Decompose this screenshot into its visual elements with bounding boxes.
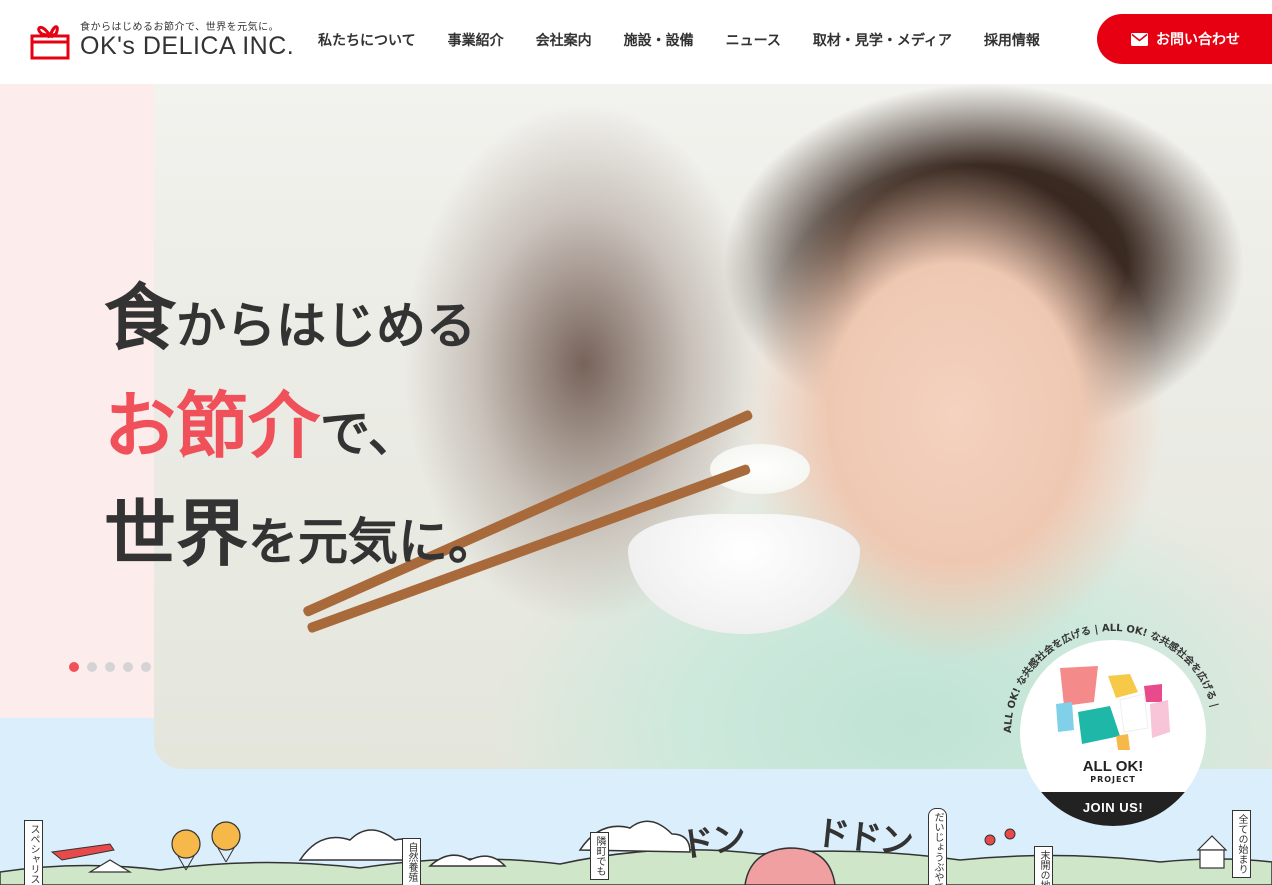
rice-image <box>710 444 810 494</box>
badge-inner: ALL OK! PROJECT JOIN US! <box>1020 640 1206 826</box>
onomatopoeia-text: ドン <box>678 817 747 867</box>
hero-line-2-accent: お節介 <box>104 384 321 468</box>
slider-dot-4[interactable] <box>123 662 133 672</box>
slider-dot-5[interactable] <box>141 662 151 672</box>
slider-dot-3[interactable] <box>105 662 115 672</box>
nav-item-recruit[interactable]: 採用情報 <box>984 30 1040 50</box>
hero-line-2-rest: で、 <box>320 405 419 463</box>
nav-item-company[interactable]: 会社案内 <box>536 30 592 50</box>
badge-title: ALL OK! <box>1082 758 1144 775</box>
site-header: 食からはじめるお節介で、世界を元気に。 OK's DELICA INC. 私たち… <box>0 0 1272 84</box>
illustration-tag: 自然養殖 <box>402 838 421 885</box>
hero-line-3-big: 世界 <box>104 492 249 576</box>
nav-item-business[interactable]: 事業紹介 <box>448 30 504 50</box>
onomatopoeia-text: ドドン <box>813 813 914 863</box>
rice-bowl-image <box>628 514 860 634</box>
illustration-tag: 全ての始まり <box>1232 810 1251 878</box>
logo-name: OK's DELICA INC. <box>80 32 295 60</box>
badge-subtitle: PROJECT <box>1090 775 1136 784</box>
contact-button[interactable]: お問い合わせ <box>1097 14 1272 64</box>
mail-icon <box>1131 32 1148 46</box>
all-ok-project-badge[interactable]: ALL OK! な共感社会を広げる | ALL OK! な共感社会を広げる | … <box>1002 622 1224 844</box>
hero-line-3-rest: を元気に。 <box>248 513 499 571</box>
nav-item-about[interactable]: 私たちについて <box>318 30 416 50</box>
main-nav: 私たちについて 事業紹介 会社案内 施設・設備 ニュース 取材・見学・メディア … <box>318 30 1040 50</box>
logo-tagline: 食からはじめるお節介で、世界を元気に。 <box>80 22 280 33</box>
slider-dots <box>69 662 151 672</box>
slider-dot-1[interactable] <box>69 662 79 672</box>
hero-line-1-big: 食 <box>104 276 177 360</box>
hero-line-1: 食からはじめる <box>104 282 476 354</box>
gift-box-icon <box>30 25 70 60</box>
join-us-button[interactable]: JOIN US! <box>1020 792 1206 826</box>
illustration-tag: だいじょうぶやで～ <box>928 808 947 885</box>
hero-line-2: お節介で、 <box>104 390 418 462</box>
nav-item-media[interactable]: 取材・見学・メディア <box>813 30 952 50</box>
illustration-tag: 末開の地 <box>1034 846 1053 885</box>
nav-item-facilities[interactable]: 施設・設備 <box>624 30 694 50</box>
hero-line-3: 世界を元気に。 <box>104 498 498 570</box>
logo[interactable]: 食からはじめるお節介で、世界を元気に。 OK's DELICA INC. <box>30 18 294 64</box>
illustration-tag: 隣町でも <box>590 832 609 880</box>
hero-line-1-rest: からはじめる <box>176 297 477 355</box>
nav-item-news[interactable]: ニュース <box>726 30 781 50</box>
illustration-tag: スペシャリスト <box>24 820 43 885</box>
contact-button-label: お問い合わせ <box>1156 32 1240 48</box>
slider-dot-2[interactable] <box>87 662 97 672</box>
